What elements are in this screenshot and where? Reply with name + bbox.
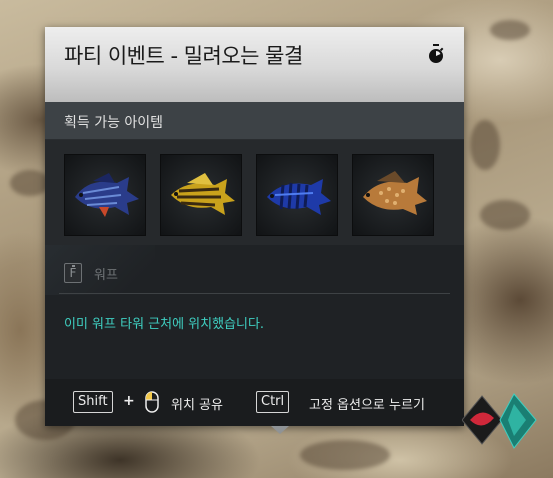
party-event-panel: 파티 이벤트 - 밀려오는 물결 획득 가능 아이템 F 워프 이미 워프 타워… [45, 27, 464, 426]
item-slot-blue-striped-fish[interactable] [64, 154, 146, 236]
panel-header: 파티 이벤트 - 밀려오는 물결 [45, 27, 464, 102]
obtainable-items-header: 획득 가능 아이템 [45, 102, 464, 140]
share-location-label: 위치 공유 [171, 398, 223, 413]
mouse-icon [145, 391, 159, 413]
item-slot-blue-barred-fish[interactable] [256, 154, 338, 236]
shift-key: Shift [73, 391, 113, 413]
warp-label: 워프 [94, 268, 118, 283]
panel-pointer-arrow [271, 426, 289, 434]
item-slot-yellow-striped-fish[interactable] [160, 154, 242, 236]
stopwatch-icon [429, 44, 444, 63]
warp-status-message: 이미 워프 타워 근처에 위치했습니다. [64, 317, 265, 332]
pin-option-label: 고정 옵션으로 누르기 [309, 398, 425, 413]
item-slot-orange-spotted-fish[interactable] [352, 154, 434, 236]
ctrl-key: Ctrl [256, 391, 290, 413]
yellow-striped-fish-icon [171, 173, 235, 215]
panel-title: 파티 이벤트 - 밀려오는 물결 [64, 44, 303, 68]
blue-striped-fish-icon [75, 173, 139, 217]
blue-barred-fish-icon [267, 179, 331, 215]
obtainable-items-label: 획득 가능 아이템 [64, 115, 164, 131]
map-marker-icon[interactable] [462, 390, 542, 460]
warp-key-f: F [64, 263, 82, 283]
orange-spotted-fish-icon [363, 171, 427, 215]
panel-footer: Shift + 위치 공유 Ctrl 고정 옵션으로 누르기 [45, 379, 464, 426]
plus-sign: + [123, 393, 135, 409]
item-list [45, 140, 464, 245]
divider [59, 293, 450, 294]
